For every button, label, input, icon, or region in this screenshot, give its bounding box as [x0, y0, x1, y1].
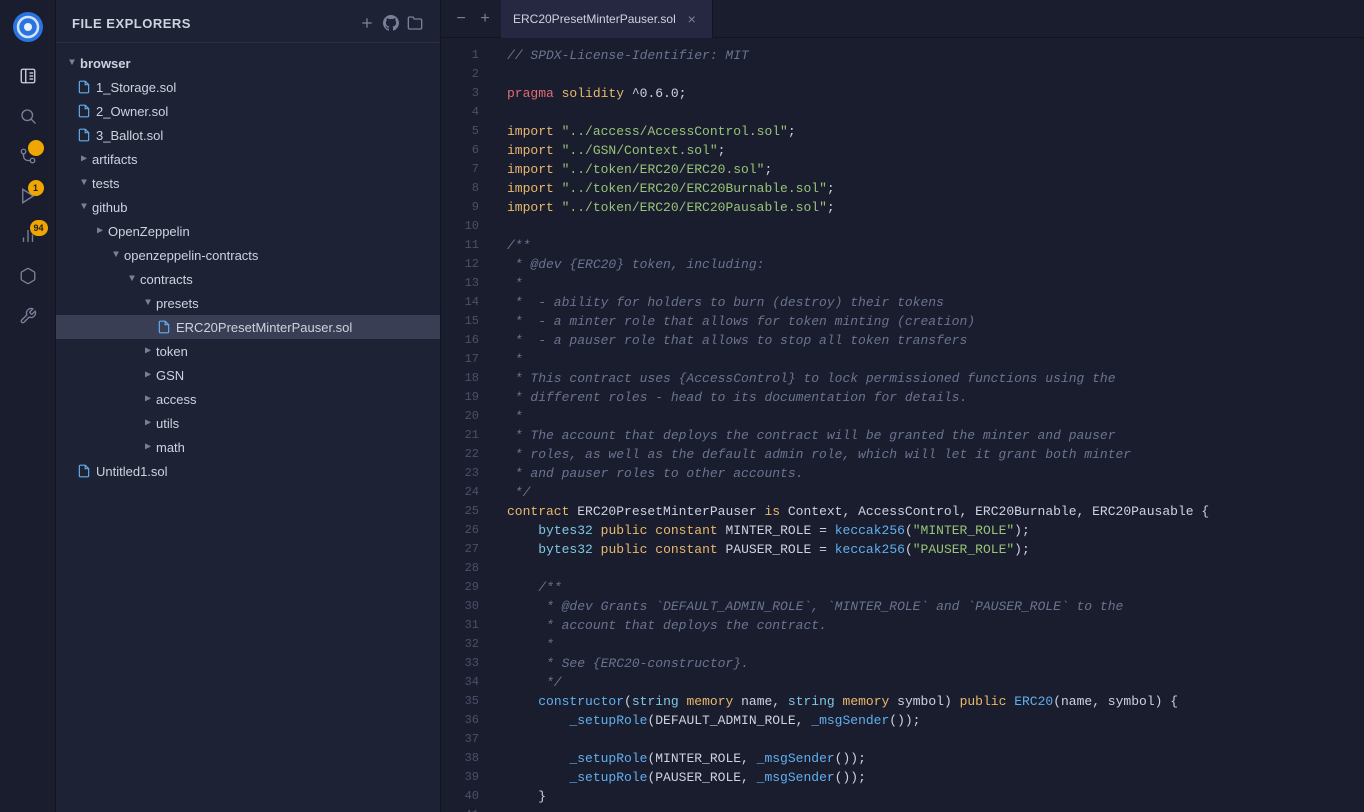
github-label: github [92, 200, 127, 215]
file-erc20preset-label: ERC20PresetMinterPauser.sol [176, 320, 352, 335]
tab-close-btn[interactable]: × [684, 11, 700, 27]
git-badge [28, 140, 44, 156]
sol-file-icon [76, 79, 92, 95]
folder-presets[interactable]: ▼ presets [56, 291, 440, 315]
deploy-icon-btn[interactable] [10, 258, 46, 294]
editor-content: 12345 678910 1112131415 1617181920 21222… [441, 38, 1364, 812]
icon-bar: 1 94 [0, 0, 56, 812]
utils-label: utils [156, 416, 179, 431]
sidebar-title: FILE EXPLORERS [72, 16, 191, 31]
sol-file-icon-untitled [76, 463, 92, 479]
folder-artifacts[interactable]: ▶ artifacts [56, 147, 440, 171]
folder-icon[interactable] [406, 14, 424, 32]
debug-icon-btn[interactable]: 1 [10, 178, 46, 214]
gsn-label: GSN [156, 368, 184, 383]
file-3ballot-label: 3_Ballot.sol [96, 128, 163, 143]
sol-file-icon-2 [76, 103, 92, 119]
new-file-icon[interactable] [358, 14, 376, 32]
folder-openzeppelin[interactable]: ▶ OpenZeppelin [56, 219, 440, 243]
git-icon-btn[interactable] [10, 138, 46, 174]
file-1storage-label: 1_Storage.sol [96, 80, 176, 95]
sidebar: FILE EXPLORERS ▼ browser [56, 0, 441, 812]
file-3ballot[interactable]: 3_Ballot.sol [56, 123, 440, 147]
folder-gsn[interactable]: ▶ GSN [56, 363, 440, 387]
sol-file-icon-erc20 [156, 319, 172, 335]
oz-contracts-label: openzeppelin-contracts [124, 248, 258, 263]
presets-label: presets [156, 296, 199, 311]
logo [9, 8, 47, 46]
editor-tabs: − + ERC20PresetMinterPauser.sol × [441, 0, 1364, 38]
presets-arrow: ▼ [140, 295, 156, 311]
tab-erc20preset[interactable]: ERC20PresetMinterPauser.sol × [501, 0, 713, 38]
sidebar-actions [358, 14, 424, 32]
folder-openzeppelin-contracts[interactable]: ▼ openzeppelin-contracts [56, 243, 440, 267]
code-area[interactable]: // SPDX-License-Identifier: MIT pragma s… [491, 38, 1364, 812]
zoom-in-btn[interactable]: + [473, 7, 497, 31]
oz-contracts-arrow: ▼ [108, 247, 124, 263]
artifacts-arrow: ▶ [76, 151, 92, 167]
browser-root[interactable]: ▼ browser [56, 51, 440, 75]
utils-arrow: ▶ [140, 415, 156, 431]
analytics-badge: 94 [30, 220, 48, 236]
openzeppelin-label: OpenZeppelin [108, 224, 190, 239]
openzeppelin-arrow: ▶ [92, 223, 108, 239]
github-icon[interactable] [382, 14, 400, 32]
folder-utils[interactable]: ▶ utils [56, 411, 440, 435]
folder-contracts[interactable]: ▼ contracts [56, 267, 440, 291]
folder-access[interactable]: ▶ access [56, 387, 440, 411]
plugin-icon-btn[interactable] [10, 298, 46, 334]
sol-file-icon-3 [76, 127, 92, 143]
folder-tests[interactable]: ▼ tests [56, 171, 440, 195]
file-untitled1-label: Untitled1.sol [96, 464, 168, 479]
math-arrow: ▶ [140, 439, 156, 455]
github-tree-arrow: ▼ [76, 199, 92, 215]
folder-token[interactable]: ▶ token [56, 339, 440, 363]
file-2owner-label: 2_Owner.sol [96, 104, 168, 119]
browser-label: browser [80, 56, 131, 71]
contracts-arrow: ▼ [124, 271, 140, 287]
line-numbers: 12345 678910 1112131415 1617181920 21222… [441, 38, 491, 812]
tests-label: tests [92, 176, 119, 191]
analytics-icon-btn[interactable]: 94 [10, 218, 46, 254]
folder-github[interactable]: ▼ github [56, 195, 440, 219]
contracts-label: contracts [140, 272, 193, 287]
gsn-arrow: ▶ [140, 367, 156, 383]
token-arrow: ▶ [140, 343, 156, 359]
tests-arrow: ▼ [76, 175, 92, 191]
files-icon-btn[interactable] [10, 58, 46, 94]
math-label: math [156, 440, 185, 455]
zoom-out-btn[interactable]: − [449, 7, 473, 31]
artifacts-label: artifacts [92, 152, 138, 167]
file-1storage[interactable]: 1_Storage.sol [56, 75, 440, 99]
sidebar-content: ▼ browser 1_Storage.sol 2_Owner.sol 3_Ba… [56, 43, 440, 812]
access-arrow: ▶ [140, 391, 156, 407]
search-icon-btn[interactable] [10, 98, 46, 134]
debug-badge: 1 [28, 180, 44, 196]
file-2owner[interactable]: 2_Owner.sol [56, 99, 440, 123]
folder-math[interactable]: ▶ math [56, 435, 440, 459]
token-label: token [156, 344, 188, 359]
access-label: access [156, 392, 196, 407]
file-erc20preset[interactable]: ERC20PresetMinterPauser.sol [56, 315, 440, 339]
sidebar-header: FILE EXPLORERS [56, 0, 440, 43]
file-untitled1[interactable]: Untitled1.sol [56, 459, 440, 483]
tab-filename: ERC20PresetMinterPauser.sol [513, 12, 676, 26]
browser-arrow: ▼ [64, 55, 80, 71]
editor-area: − + ERC20PresetMinterPauser.sol × 12345 … [441, 0, 1364, 812]
